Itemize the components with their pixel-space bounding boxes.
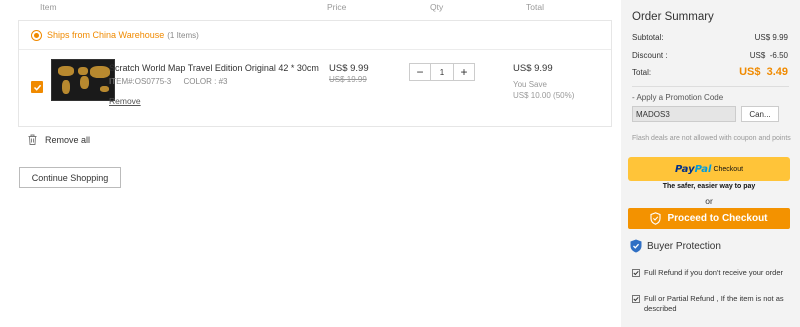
column-header-price: Price (327, 2, 347, 12)
paypal-logo-pal: Pal (694, 163, 712, 175)
discount-value: US$ -6.50 (749, 51, 788, 60)
buyer-protection-title: Buyer Protection (647, 240, 721, 252)
trash-icon (28, 134, 37, 145)
paypal-tagline: The safer, easier way to pay (662, 183, 756, 190)
checkbox-tick-icon (632, 269, 640, 277)
buyer-protection-item: Full or Partial Refund , If the item is … (632, 294, 792, 314)
paypal-logo-pay: Pay (674, 163, 695, 175)
warehouse-title: Ships from China Warehouse (47, 30, 165, 40)
product-color: COLOR : #3 (183, 77, 228, 86)
order-summary-panel: Order Summary Subtotal: US$ 9.99 Discoun… (621, 0, 800, 327)
cart-area: Item Price Qty Total Ships from China Wa… (0, 0, 620, 327)
subtotal-label: Subtotal: (632, 33, 664, 42)
original-price: US$ 19.99 (329, 75, 367, 84)
quantity-input[interactable]: 1 (430, 64, 454, 80)
shield-check-icon (650, 212, 662, 225)
total-label: Total: (632, 67, 652, 77)
warehouse-group-header: Ships from China Warehouse (1 Items) (19, 21, 611, 50)
flash-deal-note: Flash deals are not allowed with coupon … (632, 135, 791, 142)
subtotal-row: Subtotal: US$ 9.99 (632, 33, 788, 42)
promo-code-label: - Apply a Promotion Code (632, 93, 724, 102)
column-header-total: Total (526, 2, 544, 12)
total-value: US$ 3.49 (739, 66, 788, 78)
check-icon (33, 84, 41, 91)
total-row: Total: US$ 3.49 (632, 66, 788, 78)
line-total: US$ 9.99 (513, 63, 553, 74)
checkbox-tick-icon (632, 295, 640, 303)
column-header-qty: Qty (430, 2, 444, 12)
buyer-protection-item: Full Refund if you don't receive your or… (632, 268, 792, 278)
promo-code-input[interactable] (632, 106, 736, 122)
warehouse-item-count: (1 Items) (167, 30, 199, 40)
buyer-protection-heading: Buyer Protection (630, 239, 721, 253)
proceed-to-checkout-label: Proceed to Checkout (667, 213, 768, 224)
paypal-checkout-label: Checkout (713, 165, 744, 173)
product-meta: ITEM#:OS0775-3 COLOR : #3 (109, 77, 238, 86)
remove-all-button[interactable]: Remove all (28, 134, 90, 145)
proceed-to-checkout-button[interactable]: Proceed to Checkout (628, 208, 790, 229)
discount-label: Discount : (632, 51, 668, 60)
you-save-value: US$ 10.00 (50%) (513, 91, 575, 100)
summary-divider (632, 86, 789, 87)
buyer-protection-item-text: Full Refund if you don't receive your or… (644, 268, 784, 277)
unit-price: US$ 9.99 (329, 63, 369, 74)
remove-item-link[interactable]: Remove (109, 96, 141, 106)
product-thumbnail[interactable] (51, 59, 115, 101)
item-checkbox[interactable] (31, 81, 43, 93)
product-name[interactable]: Scratch World Map Travel Edition Origina… (109, 63, 319, 73)
remove-all-label: Remove all (45, 134, 91, 145)
warehouse-group: Ships from China Warehouse (1 Items) Scr… (18, 20, 612, 127)
promo-cancel-button[interactable]: Can... (741, 106, 779, 122)
discount-row: Discount : US$ -6.50 (632, 51, 788, 60)
order-summary-title: Order Summary (632, 11, 714, 23)
subtotal-value: US$ 9.99 (754, 33, 788, 42)
quantity-increase-button[interactable]: + (454, 64, 474, 80)
warehouse-radio[interactable] (31, 29, 42, 41)
buyer-protection-shield-icon (630, 239, 642, 253)
quantity-stepper: − 1 + (409, 63, 475, 81)
paypal-logo: PayPal (675, 164, 712, 175)
continue-shopping-button[interactable]: Continue Shopping (19, 167, 121, 188)
product-item-number: ITEM#:OS0775-3 (109, 77, 172, 86)
column-header-item: Item (40, 2, 57, 12)
or-separator: or (705, 196, 713, 206)
quantity-decrease-button[interactable]: − (410, 64, 430, 80)
paypal-checkout-button[interactable]: PayPal Checkout (628, 157, 790, 181)
you-save-label: You Save (513, 80, 547, 89)
buyer-protection-item-text: Full or Partial Refund , If the item is … (644, 294, 784, 313)
